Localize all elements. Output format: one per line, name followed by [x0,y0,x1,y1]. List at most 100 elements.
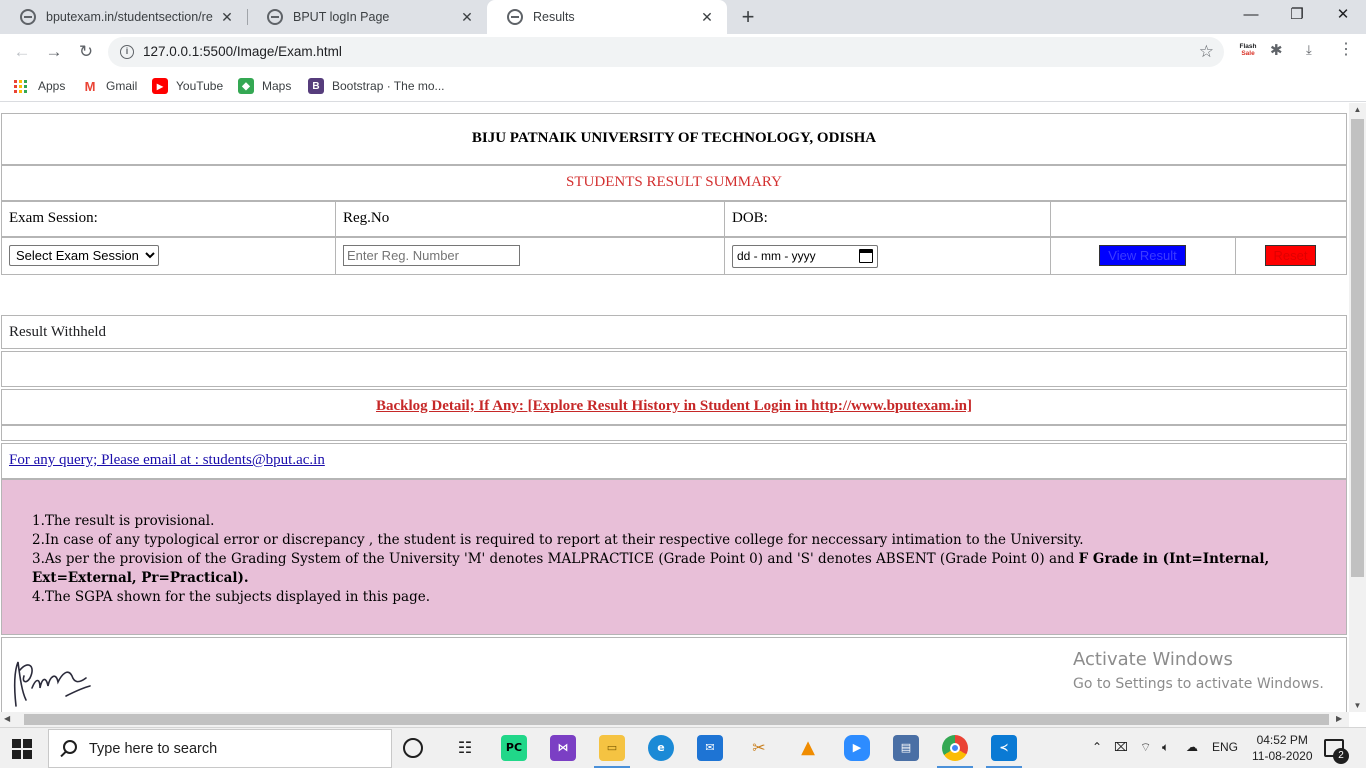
dob-label-cell: DOB: [725,202,1051,236]
show-hidden-icons-chevron-icon[interactable]: ⌃ [1092,740,1102,754]
bootstrap-icon: B [308,78,324,94]
tab-bput-login[interactable]: BPUT logIn Page ✕ [247,0,487,34]
network-adapter-icon[interactable]: ⌧ [1114,740,1128,754]
note-2: 2.In case of any typological error or di… [32,532,1084,548]
watermark-title: Activate Windows [1073,649,1233,670]
reg-no-cell: Enter Reg. Number [336,238,725,274]
close-icon[interactable]: ✕ [699,9,715,26]
bookmark-gmail[interactable]: M Gmail [82,76,137,96]
language-indicator[interactable]: ENG [1212,740,1238,754]
restore-button[interactable]: ❐ [1274,0,1320,34]
maps-pin-icon: ◆ [238,78,254,94]
horizontal-scrollbar[interactable]: ◀ ▶ [0,712,1349,727]
backlog-link[interactable]: Backlog Detail; If Any: [Explore Result … [2,390,1346,422]
bookmark-star-icon[interactable]: ☆ [1199,42,1214,62]
notes-panel: 1.The result is provisional. 2.In case o… [1,479,1347,635]
vlc-icon[interactable]: ▲ [795,735,821,761]
clock-date: 11-08-2020 [1252,749,1313,763]
visual-studio-icon[interactable]: ⋈ [550,735,576,761]
scroll-up-arrow-icon[interactable]: ▲ [1349,105,1366,114]
activate-windows-watermark: Activate Windows Go to Settings to activ… [1073,649,1324,692]
vertical-scroll-thumb[interactable] [1351,119,1364,577]
task-view-icon[interactable]: ☷ [452,735,478,761]
bookmark-youtube[interactable]: ▶ YouTube [152,76,223,96]
query-email-link[interactable]: For any query; Please email at : student… [2,444,1346,476]
back-button[interactable]: ← [10,40,34,64]
calendar-icon[interactable] [859,249,873,263]
dob-placeholder: dd - mm - yyyy [737,249,816,263]
result-withheld-row: Result Withheld [1,315,1347,349]
backlog-row: Backlog Detail; If Any: [Explore Result … [1,389,1347,425]
url-text: 127.0.0.1:5500/Image/Exam.html [143,44,342,59]
note-3-period: . [243,570,249,586]
scroll-right-arrow-icon[interactable]: ▶ [1336,714,1342,723]
note-1: 1.The result is provisional. [32,513,215,529]
tab-title: bputexam.in/studentsection/resu [46,10,213,24]
snipping-tool-icon[interactable]: ✂ [746,735,772,761]
reg-no-label-cell: Reg.No [336,202,725,236]
edge-icon[interactable]: e [648,735,674,761]
horizontal-scroll-thumb[interactable] [24,714,1329,725]
search-icon [63,740,77,754]
close-window-button[interactable]: ✕ [1320,0,1366,34]
address-bar[interactable]: i 127.0.0.1:5500/Image/Exam.html ☆ [108,37,1224,67]
apps-grid-icon [14,79,28,93]
vertical-scrollbar[interactable]: ▲ ▼ [1349,103,1366,712]
bookmark-apps[interactable]: Apps [14,76,65,96]
empty-label-cell [1051,202,1346,236]
scroll-down-arrow-icon[interactable]: ▼ [1349,701,1366,710]
bookmark-maps[interactable]: ◆ Maps [238,76,291,96]
flash-sale-extension-icon[interactable]: Flash Sale [1238,43,1258,57]
cortana-icon[interactable] [403,738,423,758]
system-clock[interactable]: 04:52 PM 11-08-2020 [1252,732,1313,764]
new-tab-button[interactable]: + [738,4,758,30]
reload-button[interactable]: ↻ [74,40,98,64]
reg-no-label: Reg.No [343,210,390,226]
summary-row: STUDENTS RESULT SUMMARY [1,165,1347,201]
exam-session-select[interactable]: Select Exam Session [9,245,159,266]
notification-badge: 2 [1333,748,1349,764]
download-icon[interactable]: ⤓ [1306,42,1312,58]
result-withheld-text: Result Withheld [9,324,107,340]
mail-icon[interactable]: ✉ [697,735,723,761]
reset-button[interactable]: Reset [1265,245,1316,266]
close-icon[interactable]: ✕ [219,9,235,26]
tab-results[interactable]: Results ✕ [487,0,727,34]
scroll-left-arrow-icon[interactable]: ◀ [4,714,10,723]
tab-title: BPUT logIn Page [293,10,390,24]
taskbar-search-box[interactable]: Type here to search [48,729,392,768]
bookmark-bootstrap[interactable]: B Bootstrap · The mo... [308,76,445,96]
search-placeholder: Type here to search [89,741,218,757]
volume-icon[interactable]: 🔈︎ [1162,740,1169,755]
chrome-icon[interactable] [942,735,968,761]
bookmark-label: YouTube [176,79,224,93]
view-result-button[interactable]: View Result [1099,245,1186,266]
page-viewport: BIJU PATNAIK UNIVERSITY OF TECHNOLOGY, O… [0,103,1349,712]
vscode-icon[interactable]: ≺ [991,735,1017,761]
labels-row: Exam Session: Reg.No DOB: [1,201,1347,237]
minimize-button[interactable]: — [1228,0,1274,34]
note-4: 4.The SGPA shown for the subjects displa… [32,589,430,605]
computer-icon[interactable]: ▤ [893,735,919,761]
close-icon[interactable]: ✕ [459,9,475,26]
cloud-icon[interactable]: ☁ [1186,740,1198,754]
reg-number-input[interactable]: Enter Reg. Number [343,245,520,266]
windows-taskbar: Type here to search ☷ PC ⋈ ▭ e ✉ ✂ ▲ ▶ ▤… [0,727,1366,768]
navigation-bar: ← → ↻ i 127.0.0.1:5500/Image/Exam.html ☆… [0,34,1366,70]
tab-bputexam[interactable]: bputexam.in/studentsection/resu ✕ [0,0,247,34]
pycharm-icon[interactable]: PC [501,735,527,761]
note-3: 3.As per the provision of the Grading Sy… [32,550,1316,588]
menu-kebab-icon[interactable]: ⋮ [1338,39,1354,59]
zoom-icon[interactable]: ▶ [844,735,870,761]
extensions-puzzle-icon[interactable]: ✱ [1270,41,1283,59]
info-icon[interactable]: i [120,45,134,59]
bookmark-label: Gmail [106,79,138,93]
forward-button[interactable]: → [42,40,66,64]
wifi-icon[interactable]: ⌔ [1140,740,1151,755]
file-explorer-icon[interactable]: ▭ [599,735,625,761]
windows-start-icon[interactable] [12,739,32,759]
bookmarks-bar: Apps M Gmail ▶ YouTube ◆ Maps B Bootstra… [0,70,1366,102]
globe-icon [507,9,523,25]
dob-date-input[interactable]: dd - mm - yyyy [732,245,878,268]
university-title: BIJU PATNAIK UNIVERSITY OF TECHNOLOGY, O… [471,130,877,146]
